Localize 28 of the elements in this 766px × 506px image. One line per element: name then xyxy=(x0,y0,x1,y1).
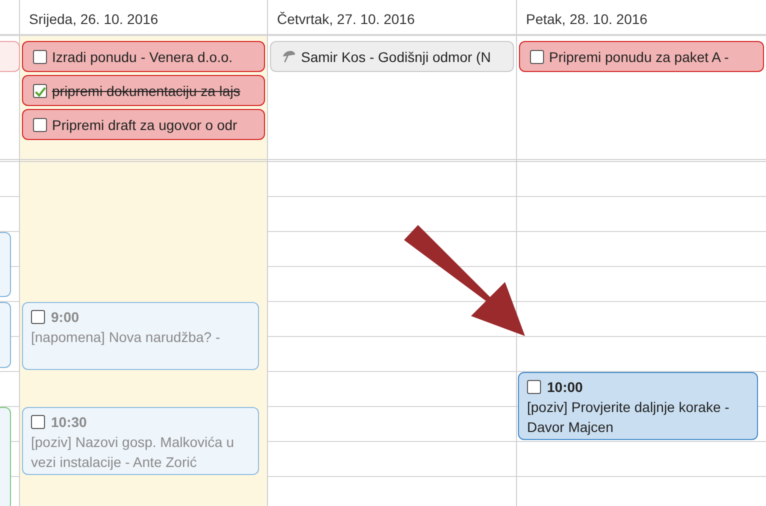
checkbox[interactable] xyxy=(33,50,47,64)
absence-chip[interactable]: Samir Kos - Godišnji odmor (N xyxy=(270,41,514,72)
event-time: 10:30 xyxy=(51,413,87,432)
checkbox[interactable] xyxy=(530,50,544,64)
event-time: 10:00 xyxy=(547,378,583,397)
task-title: Izradi ponudu - Venera d.o.o. xyxy=(52,48,233,64)
checkbox[interactable] xyxy=(31,415,45,429)
task-title: pripremi dokumentaciju za lajs xyxy=(52,82,240,98)
task-chip[interactable]: Pripremi ponudu za paket A - xyxy=(519,41,764,72)
event-title: [napomena] Nova narudžba? - xyxy=(31,328,222,347)
event-card[interactable]: 10:00 [poziv] Provjerite daljnje korake - Davor Majcen xyxy=(518,372,758,440)
checkbox[interactable] xyxy=(527,380,541,394)
checkbox[interactable] xyxy=(33,84,47,98)
event-title: [poziv] Nazovi gosp. Malkovića u vezi instalacije - Ante Zorić xyxy=(31,433,236,472)
task-title: Pripremi ponudu za paket A - xyxy=(549,48,729,64)
task-title: Pripremi draft za ugovor o odr xyxy=(52,116,238,132)
task-chip[interactable]: Izradi ponudu - Venera d.o.o. xyxy=(22,41,265,72)
event-time: 9:00 xyxy=(51,308,80,327)
checkbox[interactable] xyxy=(31,310,45,324)
checkbox[interactable] xyxy=(33,118,47,132)
task-chip[interactable]: Pripremi draft za ugovor o odr xyxy=(22,109,265,140)
umbrella-icon xyxy=(281,49,296,64)
absence-title: Samir Kos - Godišnji odmor (N xyxy=(301,48,491,64)
day-header: Četvrtak, 27. 10. 2016 xyxy=(277,11,415,27)
day-header: Petak, 28. 10. 2016 xyxy=(526,11,648,27)
day-header: Srijeda, 26. 10. 2016 xyxy=(29,11,158,27)
task-chip[interactable]: pripremi dokumentaciju za lajs xyxy=(22,75,265,106)
event-title: [poziv] Provjerite daljnje korake - Davor Majcen xyxy=(527,398,730,437)
